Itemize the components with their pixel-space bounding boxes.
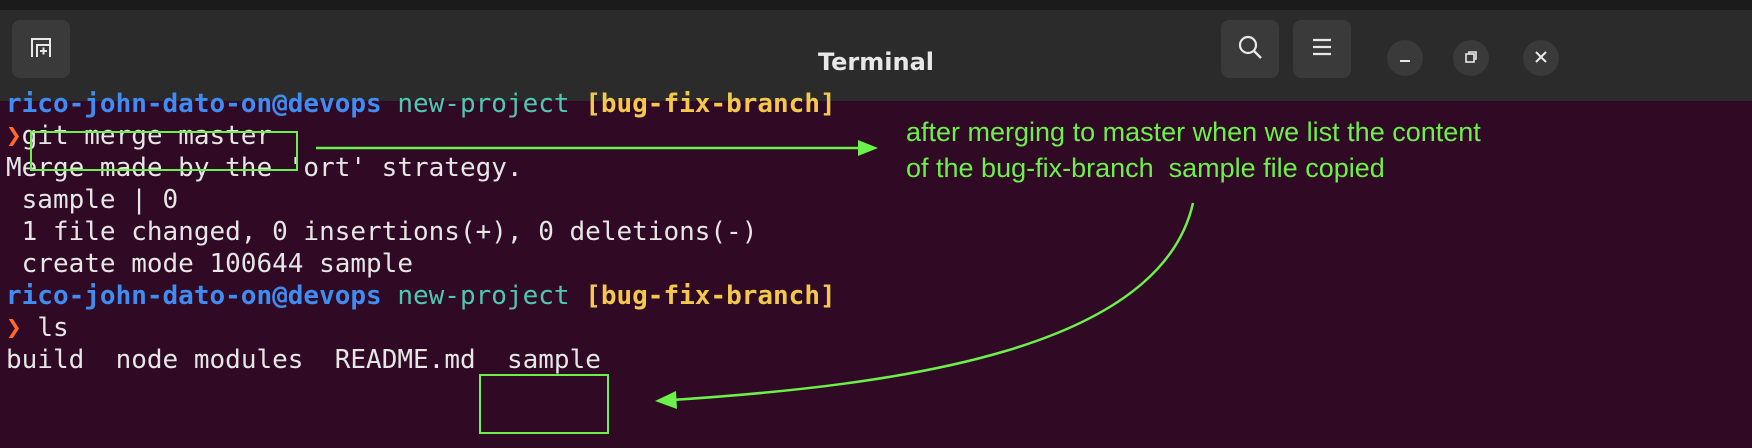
window-title: Terminal [817, 48, 935, 76]
prompt-branch: [bug-fix-branch] [585, 281, 836, 311]
output-line: 1 file changed, 0 insertions(+), 0 delet… [6, 217, 758, 247]
prompt-directory: new-project [397, 281, 570, 311]
ls-item: build [6, 345, 85, 375]
minimize-icon [1398, 49, 1412, 68]
prompt-caret: ❯ [6, 313, 22, 343]
annotation-box-command [30, 131, 298, 171]
output-line: sample | 0 [6, 185, 179, 215]
ls-item-sample: sample [506, 345, 601, 375]
command-line-2: ❯ ls [6, 311, 69, 345]
annotation-box-sample [479, 374, 609, 434]
output-line: create mode 100644 sample [6, 249, 413, 279]
maximize-icon [1464, 49, 1478, 68]
prompt-caret: ❯ [6, 121, 22, 151]
ls-output-line: build node modules README.md sample [6, 343, 601, 377]
prompt-branch: [bug-fix-branch] [585, 89, 836, 119]
prompt-user: rico-john-dato-on@devops [6, 281, 382, 311]
search-icon [1236, 33, 1264, 65]
annotation-text-line-1: after merging to master when we list the… [906, 117, 1481, 147]
maximize-button[interactable] [1453, 40, 1489, 76]
minimize-button[interactable] [1387, 40, 1423, 76]
ls-item: node modules [115, 345, 304, 375]
hamburger-menu-icon [1311, 37, 1333, 61]
annotation-text-line-2: of the bug-fix-branch sample file copied [906, 153, 1385, 183]
prompt-user: rico-john-dato-on@devops [6, 89, 382, 119]
prompt-line-2: rico-john-dato-on@devops new-project [bu… [6, 279, 836, 313]
close-button[interactable] [1523, 40, 1559, 76]
prompt-directory: new-project [397, 89, 570, 119]
window-top-edge [0, 0, 1752, 10]
prompt-line-1: rico-john-dato-on@devops new-project [bu… [6, 87, 836, 121]
search-button[interactable] [1221, 20, 1279, 78]
command-text: ls [37, 313, 69, 343]
ls-item: README.md [334, 345, 476, 375]
menu-button[interactable] [1293, 20, 1351, 78]
close-icon [1534, 49, 1548, 68]
